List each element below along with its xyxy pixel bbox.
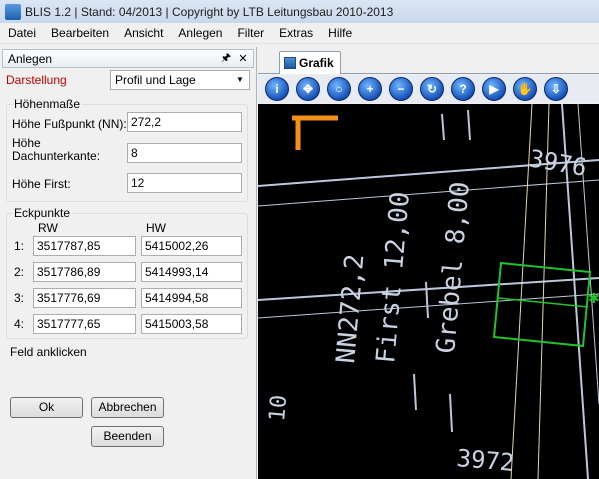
column-rw: RW <box>38 221 58 235</box>
menu-datei[interactable]: Datei <box>0 26 43 40</box>
dachunterkante-label-1: Höhe <box>12 136 41 150</box>
eckpunkt-1-rw[interactable]: 3517787,85 <box>33 236 136 256</box>
menu-anlegen[interactable]: Anlegen <box>170 26 229 40</box>
ok-button[interactable]: Ok <box>10 397 83 418</box>
menu-hilfe[interactable]: Hilfe <box>320 26 359 40</box>
info-icon[interactable]: i <box>265 77 289 101</box>
first-label: Höhe First: <box>12 177 71 191</box>
eckpunkt-4-rw[interactable]: 3517777,65 <box>33 314 136 334</box>
help-icon[interactable]: ? <box>451 77 475 101</box>
eckpunkt-3-hw[interactable]: 5414994,58 <box>141 288 242 308</box>
eckpunkt-num-1: 1: <box>14 239 25 253</box>
beenden-button[interactable]: Beenden <box>91 426 164 447</box>
tab-grafik[interactable]: Grafik <box>279 51 341 74</box>
chevron-down-icon[interactable]: ▼ <box>233 73 247 87</box>
grafik-toolbar: i ✥ ○ + − ↻ ? ▶ ✋ ⇩ <box>258 75 599 103</box>
hint-text: Feld anklicken <box>10 345 87 359</box>
anlegen-panel: Anlegen 🖈 ✕ Darstellung Profil und Lage … <box>0 47 257 479</box>
map-number-3972: 3972 <box>455 444 515 477</box>
hoehenmasse-legend: Höhenmaße <box>14 97 81 111</box>
eckpunkt-2-rw[interactable]: 3517786,89 <box>33 262 136 282</box>
map-label-giebel: Grebel 8,00 <box>431 180 476 354</box>
export-icon[interactable]: ⇩ <box>544 77 568 101</box>
menu-bar: Datei Bearbeiten Ansicht Anlegen Filter … <box>0 23 599 44</box>
refresh-icon[interactable]: ↻ <box>420 77 444 101</box>
darstellung-select[interactable]: Profil und Lage ▼ <box>110 70 250 90</box>
fusspunkt-field[interactable]: 272,2 <box>127 112 242 132</box>
eckpunkt-2-hw[interactable]: 5414993,14 <box>141 262 242 282</box>
abbrechen-button[interactable]: Abbrechen <box>91 397 164 418</box>
menu-filter[interactable]: Filter <box>229 26 271 40</box>
map-number-3976: 3976 <box>527 144 589 182</box>
grafik-tab-icon <box>284 57 296 69</box>
panel-title: Anlegen <box>8 51 53 66</box>
darstellung-value: Profil und Lage <box>115 73 196 87</box>
title-bar: BLIS 1.2 | Stand: 04/2013 | Copyright by… <box>0 0 599 23</box>
map-number-10: 10 <box>265 394 292 423</box>
crosshair-icon: ✱ <box>588 291 599 307</box>
orange-marker <box>292 115 338 150</box>
fusspunkt-label: Höhe Fußpunkt (NN): <box>12 117 127 131</box>
zoom-in-icon[interactable]: + <box>358 77 382 101</box>
tab-strip: Grafik <box>258 47 599 74</box>
tab-grafik-label: Grafik <box>299 56 334 70</box>
eckpunkt-num-2: 2: <box>14 265 25 279</box>
map-canvas[interactable]: ✱ NN272,2 First 12,00 Grebel 8,00 3976 3… <box>258 104 599 479</box>
eckpunkte-legend: Eckpunkte <box>14 206 71 220</box>
column-hw: HW <box>146 221 166 235</box>
dachunterkante-field[interactable]: 8 <box>127 143 242 163</box>
panel-header: Anlegen 🖈 ✕ <box>2 49 254 68</box>
parcel-line-2 <box>258 179 599 207</box>
parcel-line-6 <box>577 104 599 405</box>
darstellung-label: Darstellung <box>6 73 67 87</box>
eckpunkt-num-3: 3: <box>14 291 25 305</box>
window-title: BLIS 1.2 | Stand: 04/2013 | Copyright by… <box>25 4 394 19</box>
zoom-out-icon[interactable]: − <box>389 77 413 101</box>
close-icon[interactable]: ✕ <box>236 52 250 65</box>
eckpunkt-1-hw[interactable]: 5415002,26 <box>141 236 242 256</box>
zoom-icon[interactable]: ○ <box>327 77 351 101</box>
menu-extras[interactable]: Extras <box>271 26 320 40</box>
eckpunkt-4-hw[interactable]: 5415003,58 <box>141 314 242 334</box>
app-icon <box>5 3 21 20</box>
pin-icon[interactable]: 🖈 <box>219 49 233 68</box>
map-label-first: First 12,00 <box>371 190 416 364</box>
menu-bearbeiten[interactable]: Bearbeiten <box>43 26 116 40</box>
eckpunkt-3-rw[interactable]: 3517776,69 <box>33 288 136 308</box>
first-field[interactable]: 12 <box>127 173 242 193</box>
map-drawing: ✱ NN272,2 First 12,00 Grebel 8,00 3976 3… <box>258 104 599 479</box>
hand-icon[interactable]: ✋ <box>513 77 537 101</box>
menu-ansicht[interactable]: Ansicht <box>116 26 170 40</box>
pan-icon[interactable]: ✥ <box>296 77 320 101</box>
dachunterkante-label-2: Dachunterkante: <box>12 149 101 163</box>
forward-icon[interactable]: ▶ <box>482 77 506 101</box>
eckpunkt-num-4: 4: <box>14 317 25 331</box>
map-label-nn: NN272,2 <box>331 253 370 365</box>
parcel-line-3 <box>258 277 599 301</box>
